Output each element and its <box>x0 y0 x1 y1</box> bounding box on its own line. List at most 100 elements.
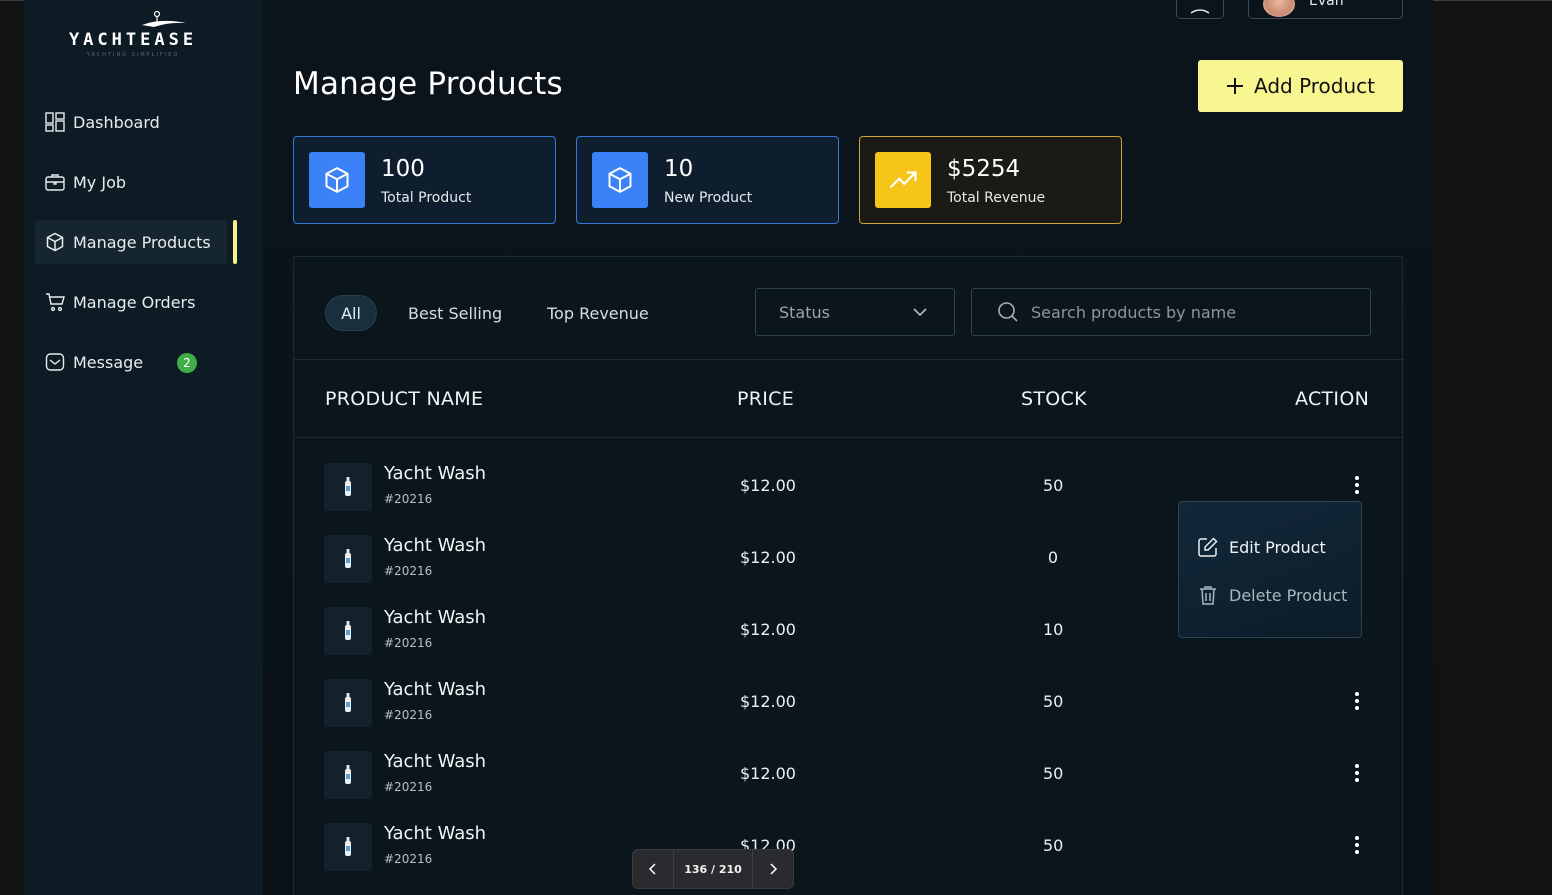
product-stock: 50 <box>1043 476 1064 495</box>
active-indicator <box>233 220 237 264</box>
bottle-icon <box>345 765 351 784</box>
user-menu-button[interactable]: Evan <box>1248 0 1403 19</box>
sidebar-item-dashboard[interactable]: Dashboard <box>35 100 227 144</box>
table-header: PRODUCT NAME PRICE STOCK ACTION <box>294 360 1404 438</box>
trash-icon <box>1200 586 1216 605</box>
product-name: Yacht Wash <box>384 679 487 700</box>
product-thumbnail <box>324 679 372 727</box>
pagination: 136 / 210 <box>632 849 794 889</box>
product-stock: 50 <box>1043 692 1064 711</box>
product-thumbnail <box>324 751 372 799</box>
bottle-icon <box>345 837 351 856</box>
bottle-icon <box>345 477 351 496</box>
product-name: Yacht Wash <box>384 607 487 628</box>
sidebar-item-manage-orders[interactable]: Manage Orders <box>35 280 227 324</box>
edit-icon <box>1198 537 1218 557</box>
add-product-button[interactable]: Add Product <box>1198 60 1403 112</box>
sidebar-item-label: My Job <box>73 172 127 192</box>
tab-all[interactable]: All <box>325 295 377 331</box>
product-stock: 50 <box>1043 836 1064 855</box>
table-row[interactable]: Yacht Wash #20216 $12.00 50 <box>293 751 1403 823</box>
stat-card-new-product: 10 New Product <box>576 136 839 224</box>
sidebar-item-manage-products[interactable]: Manage Products <box>35 220 227 264</box>
add-product-label: Add Product <box>1253 74 1375 98</box>
brand-name: YACHTEASE <box>68 30 198 50</box>
delete-product-menu-item[interactable]: Delete Product <box>1197 583 1347 607</box>
box-icon <box>45 232 65 252</box>
notification-button[interactable] <box>1176 0 1224 19</box>
chevron-right-icon <box>770 863 778 875</box>
plus-icon <box>1226 78 1243 94</box>
search-placeholder: Search products by name <box>1031 302 1237 322</box>
brand-logo[interactable]: YACHTEASE YACHTING SIMPLIFIED <box>68 10 198 60</box>
bottle-icon <box>345 621 351 640</box>
stat-value: 10 <box>664 156 694 182</box>
status-select[interactable]: Status <box>755 288 955 336</box>
search-input[interactable]: Search products by name <box>971 288 1371 336</box>
sidebar-item-label: Manage Orders <box>73 292 196 312</box>
more-actions-icon[interactable] <box>1345 761 1369 785</box>
stat-value: 100 <box>381 156 425 182</box>
product-sku: #20216 <box>384 852 433 866</box>
stat-value: $5254 <box>947 156 1021 182</box>
cart-icon <box>45 292 65 312</box>
page-indicator: 136 / 210 <box>684 862 742 876</box>
briefcase-icon <box>45 172 65 192</box>
sidebar-item-my-job[interactable]: My Job <box>35 160 227 204</box>
sidebar-item-label: Message <box>73 352 144 372</box>
sidebar: YACHTEASE YACHTING SIMPLIFIED Dashboard … <box>24 0 263 895</box>
table-row[interactable]: Yacht Wash #20216 $12.00 50 <box>293 679 1403 751</box>
yacht-logo-icon <box>142 10 186 27</box>
product-sku: #20216 <box>384 636 433 650</box>
more-actions-icon[interactable] <box>1345 473 1369 497</box>
sidebar-item-message[interactable]: Message <box>35 340 227 384</box>
tab-top-revenue[interactable]: Top Revenue <box>547 295 649 331</box>
column-stock: STOCK <box>1021 388 1087 410</box>
product-thumbnail <box>324 823 372 871</box>
product-thumbnail <box>324 535 372 583</box>
stat-card-total-product: 100 Total Product <box>293 136 556 224</box>
product-name: Yacht Wash <box>384 535 487 556</box>
column-price: PRICE <box>737 388 795 410</box>
product-sku: #20216 <box>384 708 433 722</box>
filter-bar: All Best Selling Top Revenue Status Sear… <box>294 257 1404 360</box>
table-row[interactable]: Yacht Wash #20216 $12.00 50 <box>293 823 1403 895</box>
user-name: Evan <box>1309 0 1344 9</box>
next-page-button[interactable] <box>753 849 793 889</box>
stat-card-total-revenue: $5254 Total Revenue <box>859 136 1122 224</box>
sidebar-item-label: Manage Products <box>73 232 211 252</box>
bottle-icon <box>345 549 351 568</box>
product-name: Yacht Wash <box>384 751 487 772</box>
product-stock: 50 <box>1043 764 1064 783</box>
product-thumbnail <box>324 463 372 511</box>
more-actions-icon[interactable] <box>1345 833 1369 857</box>
app-window: YACHTEASE YACHTING SIMPLIFIED Dashboard … <box>24 0 1433 895</box>
message-count-badge: 2 <box>177 353 197 373</box>
product-sku: #20216 <box>384 492 433 506</box>
prev-page-button[interactable] <box>633 849 673 889</box>
product-sku: #20216 <box>384 564 433 578</box>
product-stock: 10 <box>1043 620 1064 639</box>
product-price: $12.00 <box>740 548 796 567</box>
product-name: Yacht Wash <box>384 463 487 484</box>
chevron-down-icon <box>913 308 927 317</box>
product-price: $12.00 <box>740 692 796 711</box>
chevron-left-icon <box>648 863 656 875</box>
dashboard-icon <box>45 112 65 132</box>
brand-tagline: YACHTING SIMPLIFIED <box>86 52 180 58</box>
more-actions-icon[interactable] <box>1345 689 1369 713</box>
avatar <box>1263 0 1295 17</box>
bell-icon <box>1190 9 1210 14</box>
edit-product-menu-item[interactable]: Edit Product <box>1197 535 1326 559</box>
action-menu: Edit Product Delete Product <box>1178 501 1362 638</box>
sidebar-item-label: Dashboard <box>73 112 160 132</box>
column-action: ACTION <box>1295 388 1370 410</box>
trending-up-icon <box>875 152 931 208</box>
edit-product-label: Edit Product <box>1229 537 1326 557</box>
stat-label: Total Revenue <box>947 190 1046 206</box>
product-price: $12.00 <box>740 620 796 639</box>
product-price: $12.00 <box>740 764 796 783</box>
search-icon <box>997 301 1019 323</box>
tab-best-selling[interactable]: Best Selling <box>408 295 502 331</box>
box-icon <box>309 152 365 208</box>
